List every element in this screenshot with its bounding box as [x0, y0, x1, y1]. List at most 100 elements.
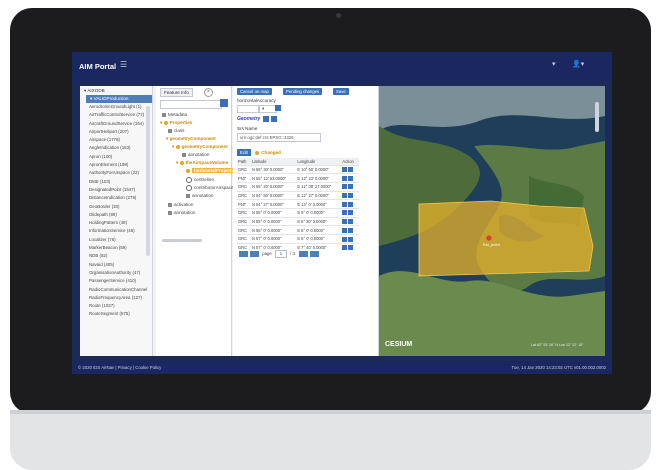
draw-icon[interactable] [271, 116, 277, 122]
tree-item[interactable]: Glidepath (89) [80, 211, 152, 219]
tab-changed[interactable]: Changed [252, 150, 284, 155]
first-page-button[interactable] [239, 251, 248, 257]
prev-page-button[interactable] [250, 251, 259, 257]
tree-item[interactable]: DesignatedPoint (1547) [80, 186, 152, 194]
tree-item[interactable]: AirportHeliport (207) [80, 128, 152, 136]
tree-node-selected[interactable]: ▾ VALIDProduction [86, 95, 152, 103]
tree-item[interactable]: InformationService (46) [80, 227, 152, 235]
tree-item[interactable]: AirTrafficControlService (77) [80, 111, 152, 119]
map-zoom-scrollbar[interactable] [595, 102, 599, 132]
close-icon[interactable]: × [204, 88, 213, 97]
delete-icon[interactable] [348, 219, 354, 225]
tree-scrollbar[interactable] [146, 106, 150, 256]
page-input[interactable]: 1 [274, 250, 287, 258]
delete-icon[interactable] [348, 167, 354, 173]
user-menu-icon[interactable]: 👤▾ [572, 60, 584, 68]
delete-icon[interactable] [348, 245, 354, 251]
prop-metadata[interactable]: Metadata [162, 112, 187, 117]
prop-geometry-component-2[interactable]: ▾ geometryComponent [172, 144, 228, 150]
delete-icon[interactable] [348, 175, 354, 181]
tree-item[interactable]: AerodromeGroundLight (1) [80, 103, 152, 111]
tree-item[interactable]: ApronElement (199) [80, 161, 152, 169]
tree-item[interactable]: Navaid (405) [80, 261, 152, 269]
edit-icon[interactable] [342, 184, 348, 190]
search-icon[interactable] [220, 99, 228, 107]
tree-item[interactable]: RouteSegment (675) [80, 310, 152, 318]
horizontal-accuracy-label: horizontalAccuracy [237, 98, 276, 103]
edit-icon[interactable] [342, 193, 348, 199]
prop-annotation-vol[interactable]: annotation [186, 193, 213, 198]
last-page-button[interactable] [310, 251, 320, 257]
cancel-on-map-button[interactable]: Cancel on map [237, 88, 272, 95]
edit-icon[interactable] [342, 219, 348, 225]
map-marker-icon[interactable] [486, 235, 492, 241]
edit-icon[interactable] [342, 210, 348, 216]
prop-centreline[interactable]: centreline [186, 177, 214, 183]
tree-item[interactable]: RadioCommunicationChannel [80, 286, 152, 294]
tree-root[interactable]: ▾ AIXODB [80, 86, 152, 95]
tree-item[interactable]: AuthorityForAirspace (22) [80, 169, 152, 177]
tree-item[interactable]: HoldingPattern (48) [80, 219, 152, 227]
table-row[interactable]: PNT N 55° 12' 53.0000" E 12° 23' 0.0000" [237, 173, 359, 183]
edit-icon[interactable] [342, 167, 348, 173]
tree-item[interactable]: DistanceIndication (279) [80, 194, 152, 202]
prop-properties[interactable]: ▾ Properties [160, 120, 192, 126]
tab-feature-info[interactable]: Feature Info [160, 88, 193, 97]
tree-item[interactable]: AircraftGroundService (164) [80, 120, 152, 128]
tree-item[interactable]: MarkerBeacon (59) [80, 244, 152, 252]
table-row[interactable]: GRC N 57° 0' 0.0000" E 5° 0' 0.0000" [237, 234, 359, 244]
tree-item[interactable]: Localizer (76) [80, 236, 152, 244]
edit-icon[interactable] [342, 227, 348, 233]
table-row[interactable]: GRC N 55° 0' 0.0000" E 5° 0' 0.0000" [237, 207, 359, 218]
hamburger-icon[interactable]: ☰ [120, 60, 127, 69]
save-button[interactable]: Save [333, 88, 349, 95]
prop-geometry-component-1[interactable]: ▾ geometryComponent [166, 136, 216, 142]
tree-item[interactable]: Apron (100) [80, 153, 152, 161]
prop-class[interactable]: class [168, 128, 184, 133]
delete-icon[interactable] [348, 184, 354, 190]
footer-links[interactable]: © 2020 IDS AirNav | Privacy | Cookie Pol… [78, 365, 161, 370]
prop-airspace-volume[interactable]: ▾ theAirspaceVolume [176, 160, 228, 166]
table-row[interactable]: GRC N 58° 30' 0.0000" E 10° 50' 0.0000" [237, 164, 359, 174]
pending-changes-button[interactable]: Pending changes [283, 88, 323, 95]
tree-item[interactable]: AngleIndication (153) [80, 144, 152, 152]
delete-icon[interactable] [348, 193, 354, 199]
next-page-button[interactable] [299, 251, 309, 257]
apply-icon[interactable] [275, 105, 281, 111]
edit-icon[interactable] [263, 116, 269, 122]
edit-icon[interactable] [342, 236, 348, 242]
map-canvas[interactable]: Est_point CESIUM Lat 62° 53' 26" N Lon 1… [379, 86, 605, 356]
delete-icon[interactable] [348, 201, 354, 207]
edit-icon[interactable] [342, 201, 348, 207]
tree-item[interactable]: DME (103) [80, 178, 152, 186]
horizontal-accuracy-input[interactable] [237, 105, 259, 113]
tree-item[interactable]: PassengerService (410) [80, 277, 152, 285]
airspace-polygon[interactable] [418, 200, 594, 277]
table-row[interactable]: GRC N 55° 0' 0.0000" E 5° 0' 0.0000" [237, 225, 359, 235]
delete-icon[interactable] [348, 227, 354, 233]
tree-item[interactable]: GeoBorder (30) [80, 203, 152, 211]
table-row[interactable]: PNT N 54° 27' 0.0000" E 13° 0' 0.0000" [237, 199, 359, 209]
table-row[interactable]: GRC N 55° 0' 0.0000" E 5° 30' 0.0000" [237, 216, 359, 226]
delete-icon[interactable] [348, 236, 354, 242]
table-row[interactable]: GRC N 55° 20' 0.0000" E 12° 08' 27.0000" [237, 181, 359, 192]
map-view[interactable]: Est_point CESIUM Lat 62° 53' 26" N Lon 1… [379, 86, 605, 356]
tree-item[interactable]: RadioFrequencyArea (127) [80, 294, 152, 302]
edit-icon[interactable] [342, 175, 348, 181]
tree-item[interactable]: Route (1027) [80, 302, 152, 310]
properties-scrollbar[interactable] [162, 239, 202, 242]
tree-item[interactable]: OrganisationAuthority (47) [80, 269, 152, 277]
delete-icon[interactable] [348, 210, 354, 216]
prop-annotation-sub[interactable]: annotation [182, 152, 209, 157]
properties-search-input[interactable] [160, 100, 222, 109]
tree-item[interactable]: Airspace (1778) [80, 136, 152, 144]
prop-annotation[interactable]: annotation [168, 210, 195, 215]
srs-name-input[interactable]: urn:ogc:def:crs:EPSG::4326 [237, 133, 321, 142]
tree-item[interactable]: NDB (82) [80, 252, 152, 260]
prop-activation[interactable]: activation [168, 202, 193, 207]
edit-icon[interactable] [342, 245, 348, 251]
tab-edit[interactable]: Edit [237, 149, 251, 156]
table-row[interactable]: GRC N 54° 50' 0.0000" E 12° 27' 0.0000" [237, 190, 359, 200]
prop-contributor-airspace[interactable]: contributorAirspace [186, 185, 234, 191]
notifications-icon[interactable]: ▾ [552, 60, 556, 68]
